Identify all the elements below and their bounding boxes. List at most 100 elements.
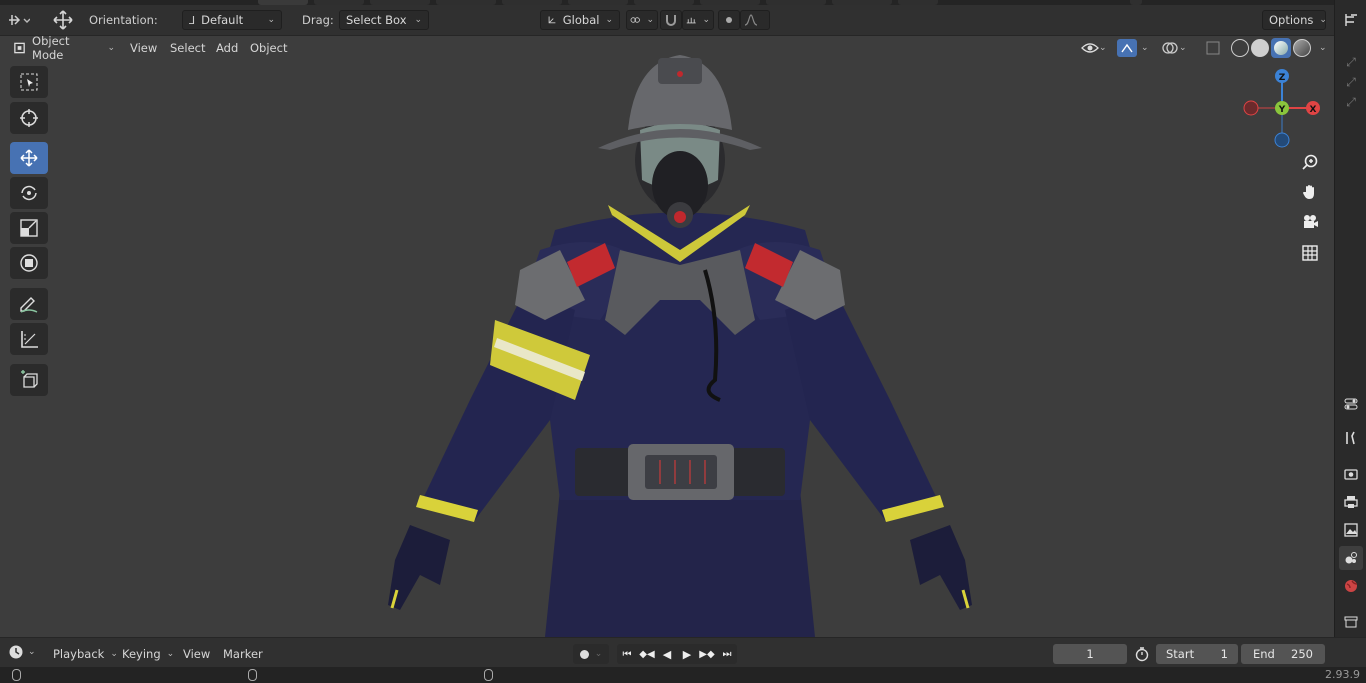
transform-pivot-icon[interactable] — [50, 10, 76, 30]
jump-to-keyframe-back-button[interactable]: ◆◀ — [637, 644, 657, 664]
view-layer-properties-tab[interactable] — [1339, 518, 1363, 542]
scene-icon — [1345, 552, 1357, 564]
chevron-down-icon: ⌄ — [646, 15, 654, 25]
play-reverse-button[interactable]: ◀ — [657, 644, 677, 664]
output-properties-tab[interactable] — [1339, 490, 1363, 514]
hand-icon — [1303, 185, 1314, 199]
keying-label: Keying — [122, 647, 161, 661]
gizmo-z-label: Z — [1279, 73, 1286, 83]
select-menu-label: Select — [170, 41, 206, 55]
gizmo-x-label: X — [1310, 105, 1317, 115]
collection-properties-tab[interactable] — [1339, 610, 1363, 634]
auto-keying-toggle[interactable]: ⌄ — [573, 644, 609, 664]
chevron-down-icon[interactable]: ⌄ — [1319, 43, 1327, 53]
camera-view-button[interactable] — [1296, 208, 1324, 236]
chevron-down-icon: ⌄ — [267, 15, 275, 25]
use-preview-range-toggle[interactable] — [1134, 646, 1150, 665]
mouse-left-icon — [12, 669, 21, 681]
drag-dropdown[interactable]: Select Box ⌄ — [339, 10, 429, 30]
add-menu[interactable]: Add — [211, 38, 243, 58]
scale-icon — [20, 219, 38, 237]
gizmo-neg-x-axis[interactable] — [1243, 100, 1259, 116]
properties-editor-button[interactable] — [1339, 392, 1363, 416]
navigation-gizmo[interactable]: Z X Y — [1237, 63, 1327, 153]
wireframe-shading-icon[interactable] — [1231, 39, 1249, 57]
gizmo-neg-z-axis[interactable] — [1274, 132, 1290, 148]
3d-viewport[interactable]: Object Mode ⌄ View Select Add Object ⌄ ⌄… — [0, 36, 1334, 637]
proportional-editing-toggle[interactable] — [718, 10, 740, 30]
zoom-button[interactable] — [1296, 148, 1324, 176]
tool-measure[interactable] — [10, 323, 48, 355]
gizmo-y-label: Y — [1278, 105, 1286, 115]
outliner-editor-button[interactable] — [1339, 8, 1363, 32]
snap-target-dropdown[interactable]: ⌄ — [682, 10, 714, 30]
pan-button[interactable] — [1296, 178, 1324, 206]
tool-scale[interactable] — [10, 212, 48, 244]
grid-icon — [1302, 245, 1318, 261]
outliner-icon — [1345, 14, 1357, 26]
object-data-mini-3[interactable]: ⤢ — [1339, 90, 1363, 114]
jump-to-end-button[interactable]: ⏭ — [717, 644, 737, 664]
workspace-tabs-strip — [0, 0, 1334, 5]
status-bar: 2.93.9 — [0, 667, 1366, 683]
orientation-dropdown[interactable]: ⅃ Default ⌄ — [182, 10, 282, 30]
editor-type-selector[interactable] — [8, 10, 30, 30]
gizmo-toggle[interactable]: ⌄ — [1112, 38, 1154, 58]
camera-icon — [1304, 215, 1318, 228]
playback-menu[interactable]: Playback ⌄ — [48, 644, 123, 664]
firefighter-model[interactable] — [0, 36, 1334, 637]
solid-shading-icon[interactable] — [1251, 39, 1269, 57]
rendered-shading-icon[interactable] — [1293, 39, 1311, 57]
current-frame-field[interactable]: 1 — [1053, 644, 1127, 664]
scene-properties-tab[interactable] — [1339, 546, 1363, 570]
view-menu[interactable]: View — [125, 38, 162, 58]
tool-properties-tab[interactable] — [1339, 426, 1363, 450]
jump-to-start-button[interactable]: ⏮ — [617, 644, 637, 664]
xray-toggle[interactable] — [1201, 38, 1225, 58]
add-cube-icon — [21, 370, 38, 388]
view-menu-label: View — [130, 41, 158, 55]
constraint-icon: ⤢ — [1346, 54, 1356, 69]
chevron-down-icon: ⌄ — [28, 647, 36, 657]
play-button[interactable]: ▶ — [677, 644, 697, 664]
material-preview-icon[interactable] — [1271, 38, 1291, 58]
snap-toggle[interactable] — [660, 10, 682, 30]
tool-cursor[interactable] — [10, 102, 48, 134]
end-frame-field[interactable]: End 250 — [1241, 644, 1325, 664]
overlays-dropdown[interactable]: ⌄ — [1156, 38, 1192, 58]
timeline-view-menu[interactable]: View — [178, 644, 215, 664]
tool-annotate[interactable] — [10, 288, 48, 320]
marker-menu[interactable]: Marker — [218, 644, 268, 664]
keying-menu[interactable]: Keying ⌄ — [117, 644, 179, 664]
select-menu[interactable]: Select — [165, 38, 210, 58]
world-properties-tab[interactable] — [1339, 574, 1363, 598]
jump-start-icon: ⏮ — [622, 648, 632, 660]
transform-space-dropdown[interactable]: Global ⌄ — [540, 10, 620, 30]
tool-select-box[interactable] — [10, 66, 48, 98]
object-mode-dropdown[interactable]: Object Mode ⌄ — [8, 36, 120, 62]
chevron-down-icon: ⌄ — [166, 649, 175, 659]
pivot-point-dropdown[interactable]: ⌄ — [626, 10, 658, 30]
record-dot-icon — [579, 649, 589, 659]
xray-icon — [1206, 41, 1220, 55]
render-properties-tab[interactable] — [1339, 462, 1363, 486]
overlays-icon — [1162, 42, 1178, 54]
marker-label: Marker — [223, 647, 263, 661]
tool-transform[interactable] — [10, 247, 48, 279]
orientation-label: Orientation: — [89, 13, 158, 27]
tool-move[interactable] — [10, 142, 48, 174]
start-value: 1 — [1220, 647, 1228, 661]
end-label: End — [1253, 647, 1275, 661]
perspective-toggle-button[interactable] — [1296, 239, 1324, 267]
chevron-down-icon: ⌄ — [1179, 43, 1187, 53]
wrench-screwdriver-icon — [1346, 431, 1355, 445]
options-dropdown[interactable]: Options ⌄ — [1262, 10, 1327, 30]
tool-add-cube[interactable] — [10, 364, 48, 396]
timeline-editor-type[interactable]: ⌄ — [8, 644, 36, 660]
jump-to-keyframe-forward-button[interactable]: ▶◆ — [697, 644, 717, 664]
tool-rotate[interactable] — [10, 177, 48, 209]
object-menu[interactable]: Object — [245, 38, 292, 58]
visibility-dropdown[interactable]: ⌄ — [1076, 38, 1112, 58]
start-frame-field[interactable]: Start 1 — [1156, 644, 1238, 664]
proportional-falloff-dropdown[interactable] — [740, 10, 770, 30]
